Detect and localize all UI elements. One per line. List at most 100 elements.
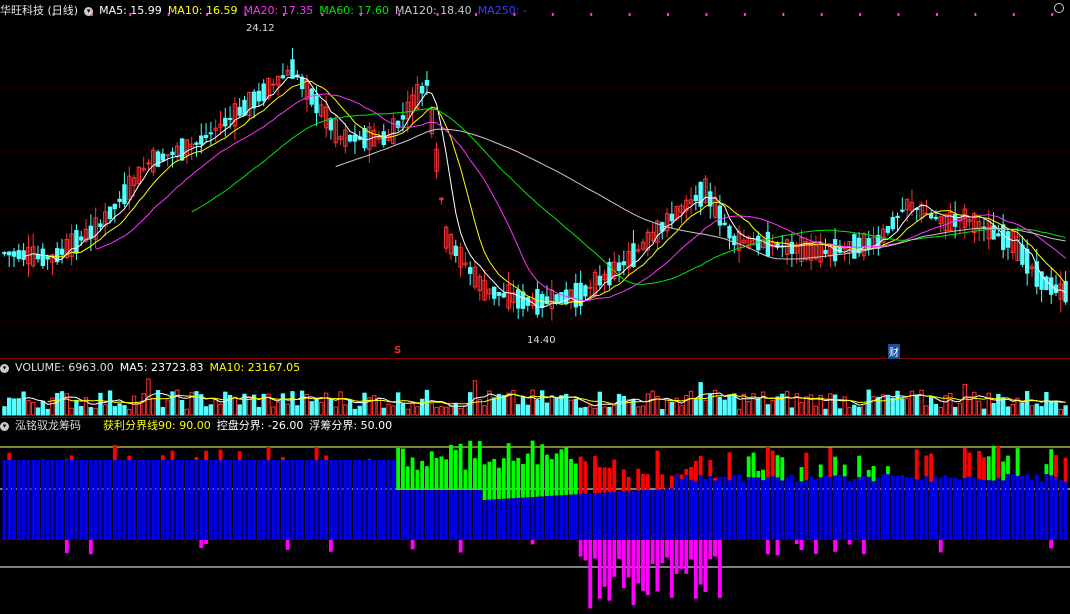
chip-magenta-bar [794,540,799,545]
chip-blue-bar [314,460,319,540]
chip-magenta-bar [64,540,69,553]
volume-bar [112,406,118,416]
volume-bar [1025,390,1030,416]
candle-body [996,233,1001,237]
volume-ma10-label: MA10: 23167.05 [209,361,301,374]
volume-bar [136,403,142,416]
volume-bar [1005,406,1011,416]
chip-blue-bar [386,460,391,540]
candle-body [727,225,732,239]
chip-top-bar [559,449,564,496]
volume-bar [439,405,444,416]
chip-blue-bar [809,476,814,540]
chip-magenta-bar [862,540,866,555]
chip-blue-bar [242,460,247,540]
volume-bar [45,408,50,416]
chip-blue-bar [962,478,967,540]
chip-top-bar [194,457,199,460]
volume-bar [184,408,190,416]
volume-bar [933,403,939,416]
volume-bar [429,403,434,416]
candle-body [885,225,891,233]
candlestick-series [2,47,1068,321]
chip-blue-bar [45,460,50,540]
volume-bar [976,400,982,416]
chip-magenta-bar [847,540,852,545]
chip-blue-bar [79,460,84,540]
tick-mark [743,13,746,16]
volume-bar [621,395,627,416]
chip-blue-bar [40,460,45,540]
candle-body [242,99,247,116]
chip-top-bar [160,455,165,460]
volume-dropdown-icon[interactable]: ▾ [0,364,9,373]
chip-top-bar [842,464,847,477]
chip-magenta-bar [813,540,818,554]
chip-blue-bar [492,499,497,540]
chip-top-bar [468,440,473,490]
volume-bar [612,405,617,416]
chip-blue-bar [223,460,228,540]
chip-blue-bar [391,460,396,540]
volume-bar [890,397,895,416]
chip-blue-bar [660,488,665,540]
tick-mark [1012,13,1015,16]
chip-magenta-bar [583,540,588,561]
volume-bar [117,403,122,416]
chip-top-bar [170,450,175,460]
chip-blue-bar [180,460,184,540]
finance-marker[interactable]: 财 [888,344,900,359]
candle-body [74,230,79,254]
volume-bar [386,403,391,416]
candle-body [79,236,84,241]
chip-top-bar [679,474,684,480]
chip-blue-bar [434,490,439,540]
volume-bar [26,399,31,416]
chip-blue-bar [511,498,516,540]
chip-blue-bar [617,491,621,540]
chip-magenta-bar [617,540,621,559]
chip-blue-bar [247,460,252,540]
chip-blue-bar [127,460,132,540]
volume-bar [660,409,665,416]
candle-body [261,83,266,101]
chip-blue-bar [837,474,842,540]
volume-bar [679,405,684,416]
chip-top-bar [1054,455,1058,478]
sell-marker[interactable]: S [394,345,401,356]
candle-body [1020,244,1025,265]
volume-bar [525,404,530,416]
volume-bar [732,393,737,416]
chip-blue-bar [103,460,108,540]
collapse-icon[interactable] [1054,3,1064,13]
chip-blue-bar [415,490,420,540]
chip-top-bar [761,469,766,481]
chip-blue-bar [953,477,958,540]
chip-top-bar [780,457,785,481]
candle-body [2,252,7,255]
chip-top-bar [804,452,809,481]
chip-blue-bar [218,460,223,540]
volume-bar [122,405,127,416]
chip-blue-bar [108,460,112,540]
chip-blue-bar [304,460,309,540]
chip-top-bar [492,458,497,500]
chip-magenta-bar [602,540,607,587]
chip-magenta-bar [650,540,655,564]
volume-bar [688,390,694,416]
chip-blue-bar [473,490,477,540]
chip-blue-bar [506,498,511,540]
chip-blue-bar [16,460,21,540]
chip-top-bar [564,446,569,495]
volume-bar [684,395,689,416]
volume-bar [7,397,12,416]
volume-bar [333,406,338,416]
volume-bar [127,408,132,416]
volume-bar [362,392,367,416]
volume-bar [2,406,7,416]
dropdown-icon[interactable]: ▾ [84,7,94,16]
chip-blue-bar [919,479,924,540]
chip-top-bar [401,448,405,490]
indicator-dropdown-icon[interactable]: ▾ [0,422,9,431]
candle-body [554,294,559,303]
